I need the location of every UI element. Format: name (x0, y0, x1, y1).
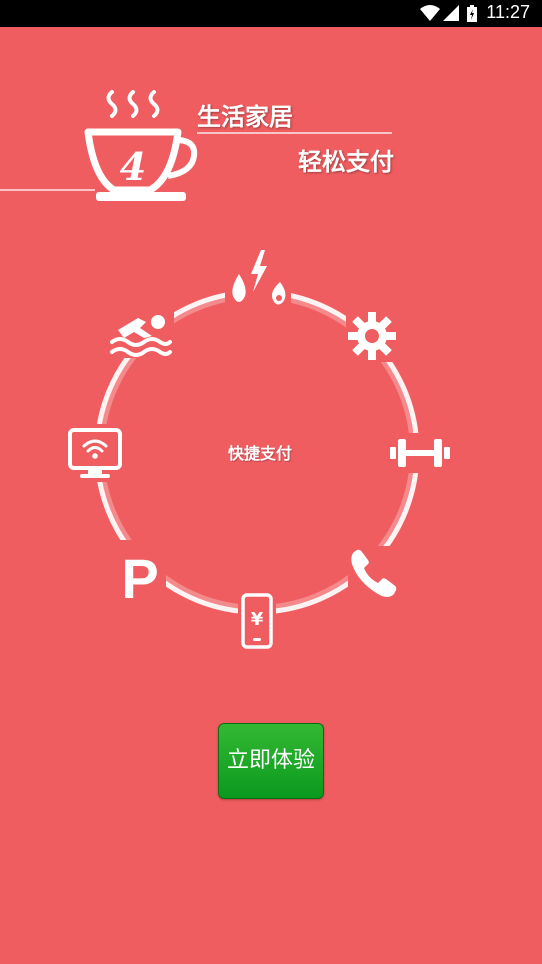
signal-icon (443, 5, 459, 21)
try-now-button[interactable]: 立即体验 (218, 723, 324, 799)
header-title-line1: 生活家居 (197, 103, 293, 131)
logo-number: 4 (120, 144, 146, 189)
status-bar: 11:27 (0, 0, 542, 27)
header-title-line2: 轻松支付 (298, 148, 394, 176)
utilities-icon[interactable] (225, 248, 291, 308)
svg-text:¥: ¥ (251, 609, 264, 630)
wifi-icon (420, 5, 440, 21)
tv-wifi-icon[interactable] (66, 424, 124, 482)
fitness-icon[interactable] (388, 433, 452, 473)
svg-text:P: P (121, 547, 158, 604)
swimming-icon[interactable] (108, 308, 174, 358)
mobile-payment-icon[interactable]: ¥ (238, 593, 276, 649)
phone-icon[interactable] (348, 546, 400, 600)
battery-icon (467, 5, 477, 22)
center-label: 快捷支付 (227, 444, 292, 463)
status-time: 11:27 (486, 2, 530, 22)
parking-icon[interactable]: P (114, 540, 166, 604)
settings-icon[interactable] (346, 310, 398, 362)
